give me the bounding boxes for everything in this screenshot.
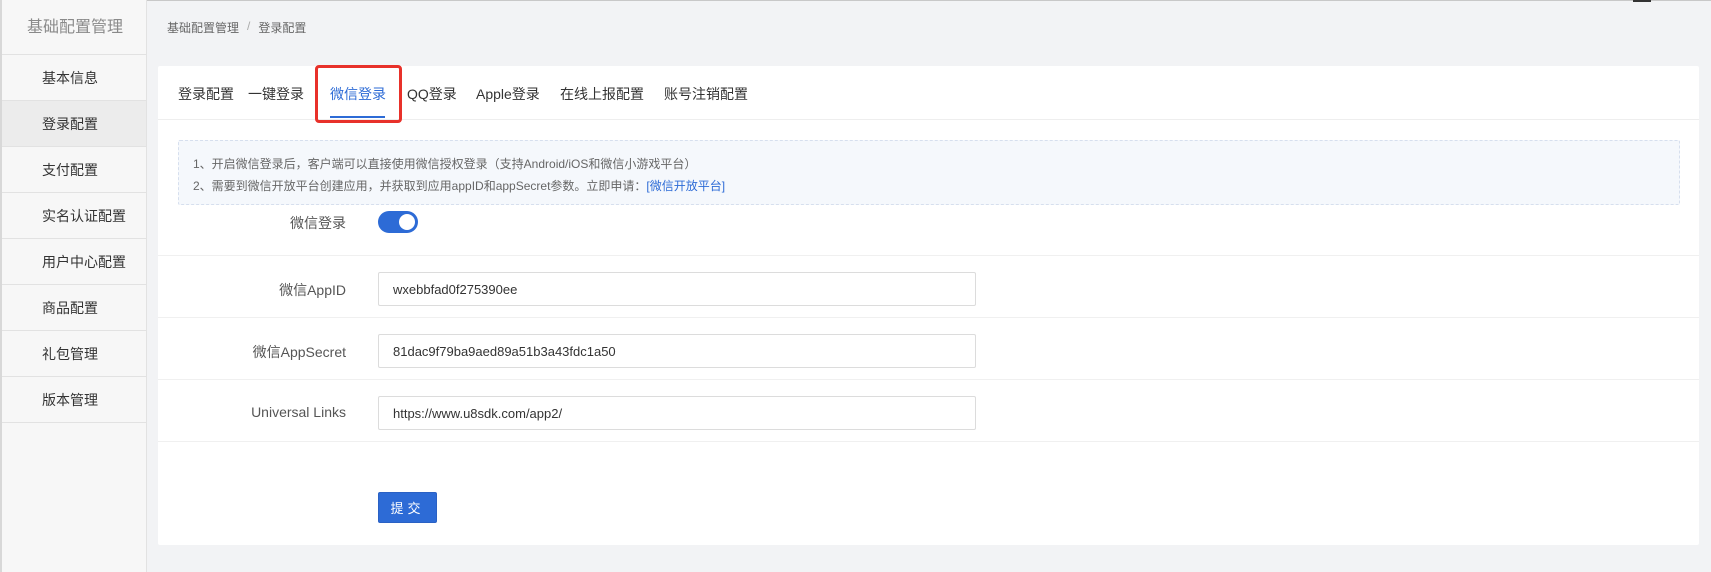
- form-row-appsecret: 微信AppSecret: [158, 318, 1699, 380]
- sidebar-item-gift-management[interactable]: 礼包管理: [0, 331, 146, 377]
- sidebar-title: 基础配置管理: [0, 0, 146, 55]
- appsecret-input[interactable]: [378, 334, 976, 368]
- sidebar-item-payment-config[interactable]: 支付配置: [0, 147, 146, 193]
- notice-line-2: 2、需要到微信开放平台创建应用，并获取到应用appID和appSecret参数。…: [193, 175, 1679, 197]
- sidebar-item-product-config[interactable]: 商品配置: [0, 285, 146, 331]
- sidebar-item-user-center-config[interactable]: 用户中心配置: [0, 239, 146, 285]
- toggle-knob: [399, 214, 415, 230]
- sidebar-item-version-management[interactable]: 版本管理: [0, 377, 146, 423]
- info-notice: 1、开启微信登录后，客户端可以直接使用微信授权登录（支持Android/iOS和…: [178, 140, 1680, 205]
- form-row-appid: 微信AppID: [158, 256, 1699, 318]
- breadcrumb-root[interactable]: 基础配置管理: [167, 19, 239, 36]
- breadcrumb-separator: /: [247, 19, 251, 33]
- tab-one-click-login[interactable]: 一键登录: [248, 66, 304, 120]
- config-card: 登录配置 一键登录 微信登录 QQ登录 Apple登录 在线上报配置 账号注销配…: [158, 66, 1699, 545]
- wechat-login-toggle[interactable]: [378, 211, 418, 233]
- notice-line-2-text: 2、需要到微信开放平台创建应用，并获取到应用appID和appSecret参数。…: [193, 179, 647, 193]
- wechat-login-label: 微信登录: [290, 215, 346, 231]
- tab-qq-login[interactable]: QQ登录: [407, 66, 457, 120]
- sidebar: 基础配置管理 基本信息 登录配置 支付配置 实名认证配置 用户中心配置 商品配置…: [0, 0, 147, 572]
- tab-login-config[interactable]: 登录配置: [178, 66, 234, 120]
- breadcrumb-current: 登录配置: [258, 21, 307, 35]
- top-border: [0, 0, 1711, 1]
- tab-apple-login[interactable]: Apple登录: [476, 66, 540, 120]
- sidebar-item-login-config[interactable]: 登录配置: [0, 101, 146, 147]
- tab-wechat-login[interactable]: 微信登录: [330, 66, 386, 120]
- tab-online-report-config[interactable]: 在线上报配置: [560, 66, 644, 120]
- form-row-universal-links: Universal Links: [158, 380, 1699, 442]
- form-row-wechat-login: 微信登录: [158, 205, 1699, 256]
- submit-button[interactable]: 提交: [378, 492, 437, 523]
- wechat-open-platform-link[interactable]: [微信开放平台]: [646, 179, 725, 193]
- appid-input[interactable]: [378, 272, 976, 306]
- window-edge-mark: [1633, 0, 1651, 2]
- universal-links-input[interactable]: [378, 396, 976, 430]
- tab-account-cancel-config[interactable]: 账号注销配置: [664, 66, 748, 120]
- notice-line-1: 1、开启微信登录后，客户端可以直接使用微信授权登录（支持Android/iOS和…: [193, 157, 697, 171]
- appsecret-label: 微信AppSecret: [252, 344, 346, 360]
- breadcrumb: 基础配置管理 / 登录配置: [167, 19, 306, 36]
- sidebar-item-realname-config[interactable]: 实名认证配置: [0, 193, 146, 239]
- active-tab-underline: [330, 116, 385, 118]
- tab-bar: 登录配置 一键登录 微信登录 QQ登录 Apple登录 在线上报配置 账号注销配…: [158, 66, 1699, 120]
- appid-label: 微信AppID: [279, 282, 346, 298]
- universal-links-label: Universal Links: [251, 404, 346, 420]
- sidebar-item-basic-info[interactable]: 基本信息: [0, 55, 146, 101]
